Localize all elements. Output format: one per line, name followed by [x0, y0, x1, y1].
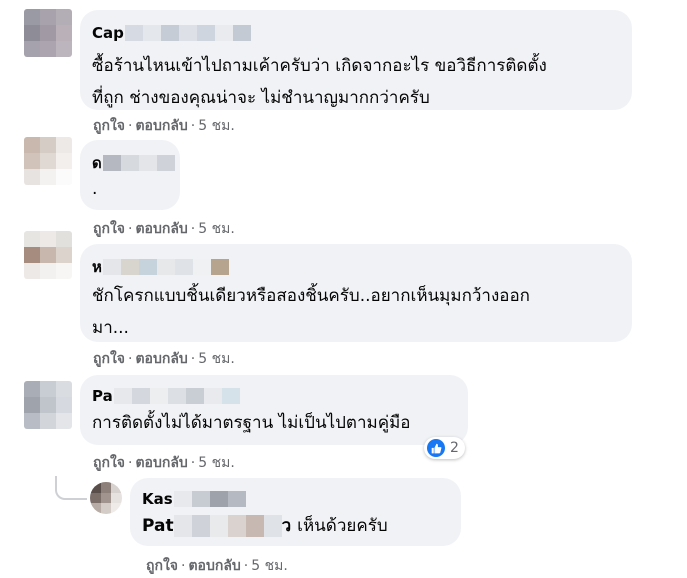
- reply-bubble: Kas Pat ว เห็นด้วยครับ: [130, 478, 461, 546]
- reaction-count: 2: [450, 440, 459, 456]
- commenter-name[interactable]: Cap: [92, 22, 620, 44]
- timestamp[interactable]: 5 ชม.: [251, 558, 288, 574]
- separator: ·: [181, 558, 186, 574]
- commenter-name-text[interactable]: ห: [92, 255, 102, 279]
- comment-text: การติดตั้งไม่ได้มาตรฐาน ไม่เป็นไปตามคู่ม…: [92, 413, 411, 433]
- reply-link[interactable]: ตอบกลับ: [188, 558, 240, 574]
- timestamp[interactable]: 5 ชม.: [198, 351, 235, 367]
- commenter-name-text[interactable]: Pa: [92, 387, 113, 405]
- avatar[interactable]: [24, 9, 72, 57]
- timestamp[interactable]: 5 ชม.: [198, 221, 235, 237]
- separator: ·: [128, 118, 133, 134]
- comment-actions: ถูกใจ · ตอบกลับ · 5 ชม.: [146, 555, 288, 577]
- comment-actions: ถูกใจ · ตอบกลับ · 5 ชม.: [93, 452, 235, 474]
- like-link[interactable]: ถูกใจ: [93, 455, 125, 471]
- reaction-badge[interactable]: 2: [424, 437, 465, 459]
- reply-text: Pat ว เห็นด้วยครับ: [142, 510, 449, 542]
- avatar[interactable]: [24, 231, 72, 279]
- redacted-mention: [173, 515, 282, 537]
- reply-thread-line: [55, 476, 87, 500]
- avatar[interactable]: [90, 482, 122, 514]
- separator: ·: [190, 221, 196, 237]
- comment-bubble: ห ชักโครกแบบชิ้นเดียวหรือสองชิ้นครับ..อย…: [80, 244, 632, 342]
- thumbs-up-icon: [427, 439, 445, 457]
- comment-actions: ถูกใจ · ตอบกลับ · 5 ชม.: [93, 115, 235, 137]
- reply-link[interactable]: ตอบกลับ: [135, 221, 187, 237]
- separator: ·: [128, 351, 133, 367]
- separator: ·: [190, 455, 196, 471]
- separator: ·: [128, 455, 133, 471]
- like-link[interactable]: ถูกใจ: [93, 221, 125, 237]
- like-link[interactable]: ถูกใจ: [93, 351, 125, 367]
- redacted-name: [124, 25, 251, 41]
- comment-text: ซื้อร้านไหนเข้าไปถามเค้าครับว่า เกิดจากอ…: [92, 56, 547, 108]
- commenter-name[interactable]: ห: [92, 256, 620, 278]
- redacted-name: [102, 259, 229, 275]
- separator: ·: [243, 558, 249, 574]
- separator: ·: [128, 221, 133, 237]
- comment-actions: ถูกใจ · ตอบกลับ · 5 ชม.: [93, 348, 235, 370]
- commenter-name[interactable]: ด: [92, 151, 175, 175]
- timestamp[interactable]: 5 ชม.: [198, 118, 235, 134]
- commenter-name-text[interactable]: Cap: [92, 24, 124, 42]
- comment-bubble: Pa การติดตั้งไม่ได้มาตรฐาน ไม่เป็นไปตามค…: [80, 375, 468, 445]
- avatar[interactable]: [24, 137, 72, 185]
- separator: ·: [190, 351, 196, 367]
- separator: ·: [190, 118, 196, 134]
- commenter-name[interactable]: Pa: [92, 385, 456, 407]
- comment-text: .: [92, 179, 98, 199]
- reply-link[interactable]: ตอบกลับ: [135, 351, 187, 367]
- redacted-name: [102, 155, 175, 171]
- reply-body: เห็นด้วยครับ: [297, 516, 388, 536]
- comment-bubble: ด .: [80, 140, 180, 210]
- comment-bubble: Cap ซื้อร้านไหนเข้าไปถามเค้าครับว่า เกิด…: [80, 10, 632, 110]
- commenter-name-text[interactable]: ด: [92, 151, 102, 175]
- avatar[interactable]: [24, 381, 72, 429]
- like-link[interactable]: ถูกใจ: [146, 558, 178, 574]
- commenter-name-text[interactable]: Kas: [142, 490, 173, 508]
- comment-text: ชักโครกแบบชิ้นเดียวหรือสองชิ้นครับ..อยาก…: [92, 286, 530, 338]
- comment-actions: ถูกใจ · ตอบกลับ · 5 ชม.: [93, 218, 235, 240]
- redacted-name: [173, 491, 246, 507]
- reply-link[interactable]: ตอบกลับ: [135, 118, 187, 134]
- reply-link[interactable]: ตอบกลับ: [135, 455, 187, 471]
- redacted-name: [113, 388, 240, 404]
- commenter-name[interactable]: Kas: [142, 488, 449, 510]
- timestamp[interactable]: 5 ชม.: [198, 455, 235, 471]
- mention-link[interactable]: Pat ว: [142, 510, 291, 542]
- like-link[interactable]: ถูกใจ: [93, 118, 125, 134]
